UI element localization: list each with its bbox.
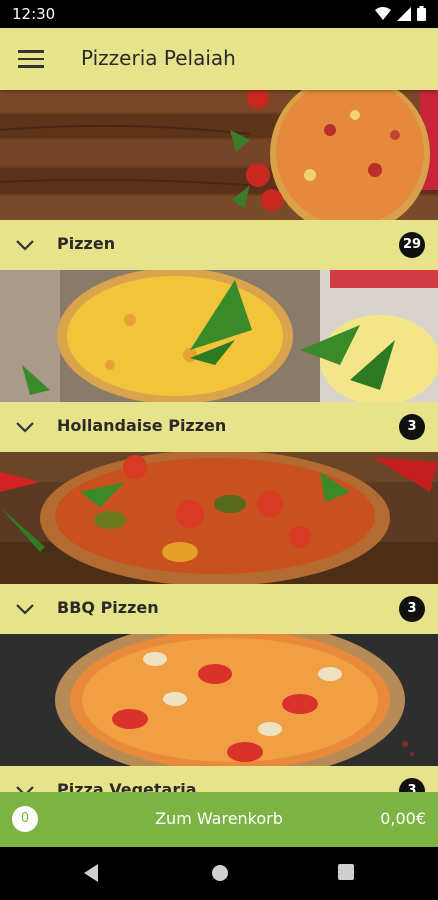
status-time: 12:30 xyxy=(12,5,56,23)
menu-icon[interactable] xyxy=(18,46,44,72)
chevron-down-icon xyxy=(16,786,34,792)
banner-image-hollandaise xyxy=(0,270,438,402)
category-label: Pizza Vegetaria xyxy=(57,780,197,792)
category-label: Pizzen xyxy=(57,234,116,253)
category-row-hollandaise[interactable]: Hollandaise Pizzen 3 xyxy=(0,402,438,452)
banner-image-top xyxy=(0,90,438,220)
battery-icon xyxy=(417,6,426,21)
category-row-pizzen[interactable]: Pizzen 29 xyxy=(0,220,438,270)
category-row-vegetaria[interactable]: Pizza Vegetaria 3 xyxy=(0,766,438,792)
category-count-badge: 3 xyxy=(399,414,425,440)
category-list: Pizzen 29 Hollandaise Pizzen 3 BBQ Pizze… xyxy=(0,90,438,792)
app-bar: Pizzeria Pelaiah xyxy=(0,28,438,90)
status-icons xyxy=(375,6,426,21)
cart-label[interactable]: Zum Warenkorb xyxy=(0,809,438,828)
back-icon[interactable] xyxy=(82,863,100,883)
category-count-badge: 3 xyxy=(399,596,425,622)
recents-icon[interactable] xyxy=(337,863,355,881)
system-nav-bar xyxy=(0,847,438,900)
cart-bar[interactable]: 0 Zum Warenkorb 0,00€ xyxy=(0,792,438,847)
banner-image-bbq xyxy=(0,452,438,584)
signal-icon xyxy=(397,6,411,21)
category-count-badge: 3 xyxy=(399,778,425,792)
status-bar: 12:30 xyxy=(0,0,438,28)
chevron-down-icon xyxy=(16,240,34,251)
category-row-bbq[interactable]: BBQ Pizzen 3 xyxy=(0,584,438,634)
category-count-badge: 29 xyxy=(399,232,425,258)
home-icon[interactable] xyxy=(210,863,230,883)
category-label: BBQ Pizzen xyxy=(57,598,159,617)
chevron-down-icon xyxy=(16,422,34,433)
category-label: Hollandaise Pizzen xyxy=(57,416,227,435)
cart-total: 0,00€ xyxy=(380,809,426,828)
wifi-icon xyxy=(375,6,391,20)
banner-image-vegetaria xyxy=(0,634,438,766)
page-title: Pizzeria Pelaiah xyxy=(81,46,236,70)
chevron-down-icon xyxy=(16,604,34,615)
